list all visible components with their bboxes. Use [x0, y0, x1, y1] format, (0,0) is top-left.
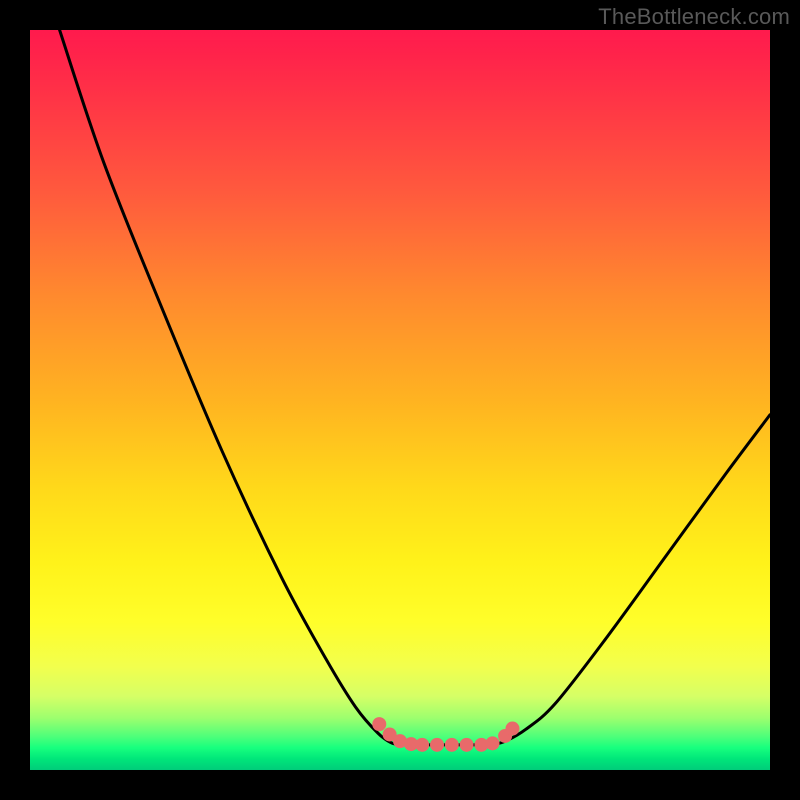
curve-path: [60, 30, 770, 745]
curve-marker: [460, 738, 474, 752]
bottleneck-curve-svg: [30, 30, 770, 770]
curve-marker: [372, 717, 386, 731]
plot-area: [30, 30, 770, 770]
curve-marker: [430, 738, 444, 752]
curve-marker: [505, 722, 519, 736]
chart-frame: TheBottleneck.com: [0, 0, 800, 800]
curve-marker: [445, 738, 459, 752]
bottleneck-curve: [60, 30, 770, 745]
watermark-text: TheBottleneck.com: [598, 4, 790, 30]
curve-marker: [486, 736, 500, 750]
curve-marker: [415, 738, 429, 752]
curve-markers: [372, 717, 519, 752]
